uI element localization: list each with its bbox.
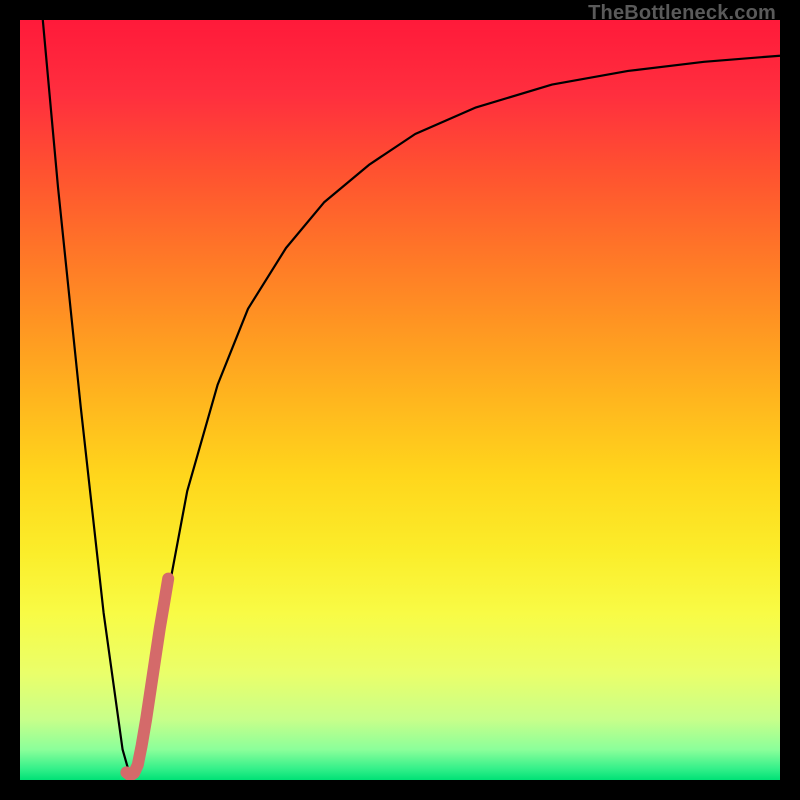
highlight-segment	[126, 579, 168, 776]
plot-area	[20, 20, 780, 780]
chart-curves	[20, 20, 780, 780]
chart-frame: TheBottleneck.com	[0, 0, 800, 800]
watermark-label: TheBottleneck.com	[588, 2, 776, 25]
